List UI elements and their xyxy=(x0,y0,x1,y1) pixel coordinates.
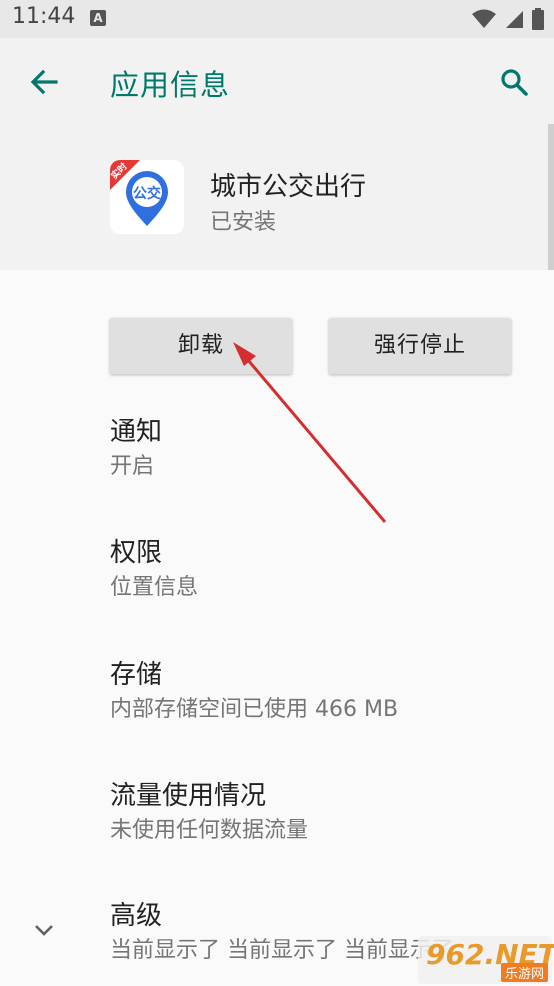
notification-a-icon: A xyxy=(90,10,106,26)
settings-list: 卸载 强行停止 通知 开启 权限 位置信息 存储 内部存储空间已使用 466 M… xyxy=(0,270,554,986)
search-button[interactable] xyxy=(492,60,536,104)
page-title: 应用信息 xyxy=(110,68,231,102)
status-time: 11:44 xyxy=(12,4,76,29)
app-bar: 应用信息 xyxy=(0,38,554,124)
pref-title: 流量使用情况 xyxy=(110,781,267,811)
status-bar: 11:44 A xyxy=(0,0,554,38)
bus-pin-icon: 公交 实时 xyxy=(110,160,168,226)
status-icons xyxy=(472,8,544,30)
app-icon: 公交 实时 xyxy=(110,160,184,234)
expand-button[interactable] xyxy=(30,916,58,944)
watermark-sub: 乐游网 xyxy=(500,963,548,982)
signal-icon xyxy=(506,11,523,28)
search-icon xyxy=(501,69,528,96)
pref-storage[interactable]: 存储 内部存储空间已使用 466 MB xyxy=(110,659,530,725)
force-stop-button[interactable]: 强行停止 xyxy=(329,318,511,374)
pref-data-usage[interactable]: 流量使用情况 未使用任何数据流量 xyxy=(110,780,530,846)
pref-title: 通知 xyxy=(110,417,163,447)
app-icon-text: 公交 xyxy=(133,185,161,202)
pref-title: 权限 xyxy=(110,538,163,568)
app-install-status: 已安装 xyxy=(210,210,277,235)
chevron-down-icon xyxy=(35,925,53,936)
pref-summary: 开启 xyxy=(110,454,155,479)
arrow-back-icon xyxy=(30,69,58,95)
pref-title: 存储 xyxy=(110,660,163,690)
app-name: 城市公交出行 xyxy=(210,172,367,202)
app-header: 公交 实时 城市公交出行 已安装 xyxy=(0,124,554,270)
uninstall-button[interactable]: 卸载 xyxy=(110,318,292,374)
back-button[interactable] xyxy=(24,60,68,104)
pref-summary: 未使用任何数据流量 xyxy=(110,818,309,843)
pref-notifications[interactable]: 通知 开启 xyxy=(110,416,530,482)
battery-icon xyxy=(532,8,544,30)
pref-summary: 位置信息 xyxy=(110,575,199,600)
watermark: 962.NET 乐游网 xyxy=(418,936,554,984)
pref-permissions[interactable]: 权限 位置信息 xyxy=(110,537,530,603)
wifi-icon xyxy=(472,9,496,28)
pref-summary: 内部存储空间已使用 466 MB xyxy=(110,697,399,722)
pref-title: 高级 xyxy=(110,901,163,931)
